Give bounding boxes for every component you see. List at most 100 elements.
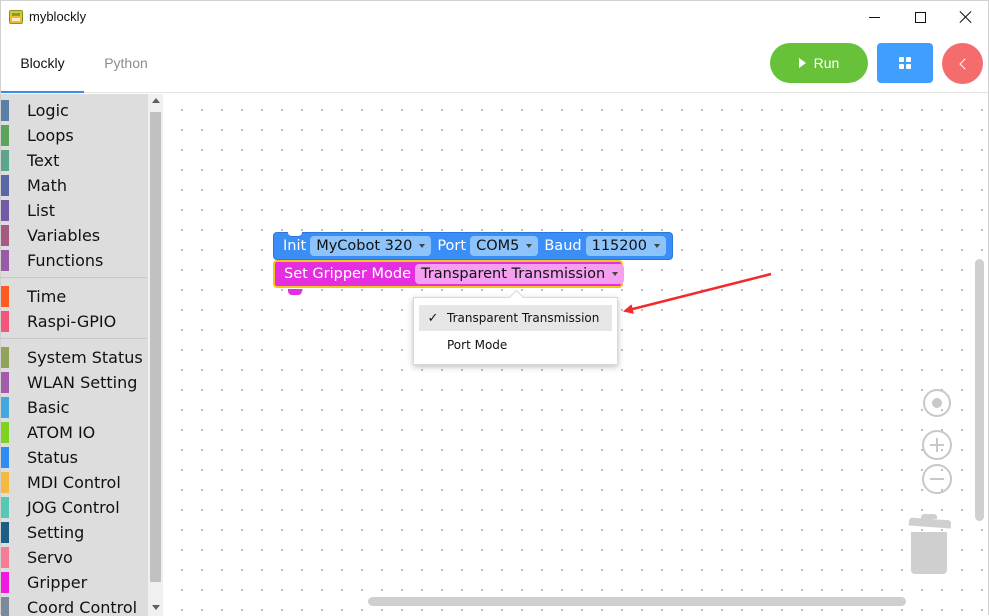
category-label: Logic	[27, 101, 69, 120]
app-window: myblockly Blockly Python Run Coord Contr…	[0, 0, 989, 616]
zoom-out-icon[interactable]	[922, 464, 952, 494]
toolbox-category-logic[interactable]: Logic	[1, 98, 147, 123]
category-label: Setting	[27, 523, 85, 542]
gripper-mode-value: Transparent Transmission	[421, 266, 606, 282]
init-block-label: Init	[283, 238, 307, 254]
toolbox-category-raspi-gpio[interactable]: Raspi-GPIO	[1, 309, 147, 334]
blockly-workspace[interactable]: Init MyCobot 320 Port COM5 Baud 115200 S…	[163, 94, 988, 616]
tab-blockly[interactable]: Blockly	[1, 33, 84, 93]
close-window-button[interactable]	[943, 1, 989, 33]
run-button-label: Run	[813, 55, 840, 71]
category-label: Coord Control	[27, 598, 138, 616]
maximize-button[interactable]	[897, 1, 943, 33]
set-gripper-mode-block[interactable]: Set Gripper Mode Transparent Transmissio…	[273, 260, 625, 288]
toolbox-separator	[1, 338, 147, 339]
layout-button[interactable]	[877, 43, 933, 83]
recenter-icon[interactable]	[923, 389, 951, 417]
toolbox-category-status[interactable]: Status	[1, 445, 147, 470]
app-logo-icon	[9, 10, 23, 24]
init-block[interactable]: Init MyCobot 320 Port COM5 Baud 115200	[273, 232, 673, 260]
workspace-vertical-scrollbar[interactable]	[975, 259, 984, 521]
category-label: Time	[27, 287, 67, 306]
toolbox-category-functions[interactable]: Functions	[1, 248, 147, 273]
robot-model-dropdown[interactable]: MyCobot 320	[310, 236, 432, 256]
toolbox-category-system-status[interactable]: System Status	[1, 345, 147, 370]
gripper-mode-menu: ✓ Transparent Transmission Port Mode	[413, 297, 618, 365]
trash-lid	[908, 517, 952, 529]
category-color-swatch	[1, 286, 9, 307]
category-color-swatch	[1, 572, 9, 593]
toolbox-category-gripper[interactable]: Gripper	[1, 570, 147, 595]
tab-python[interactable]: Python	[91, 33, 161, 93]
close-icon	[959, 10, 973, 24]
baud-value: 115200	[591, 238, 647, 254]
category-color-swatch	[1, 597, 9, 616]
category-color-swatch	[1, 372, 9, 393]
toolbox-category-basic[interactable]: Basic	[1, 395, 147, 420]
toolbox-category-math[interactable]: Math	[1, 173, 147, 198]
minimize-icon	[868, 16, 880, 18]
category-label: List	[27, 201, 55, 220]
toolbox-category-loops[interactable]: Loops	[1, 123, 147, 148]
menu-item-transparent-transmission[interactable]: ✓ Transparent Transmission	[419, 305, 612, 331]
category-color-swatch	[1, 397, 9, 418]
menu-item-port-mode[interactable]: Port Mode	[419, 332, 612, 358]
toolbox-category-jog-control[interactable]: JOG Control	[1, 495, 147, 520]
port-dropdown[interactable]: COM5	[470, 236, 539, 256]
minimize-button[interactable]	[851, 1, 897, 33]
category-label: ATOM IO	[27, 423, 96, 442]
menu-item-label: Transparent Transmission	[447, 311, 600, 325]
toolbox-separator	[1, 277, 147, 278]
toolbox-category-list[interactable]: List	[1, 198, 147, 223]
toolbox-category-atom-io[interactable]: ATOM IO	[1, 420, 147, 445]
chevron-left-icon	[958, 57, 971, 70]
toolbox-category-wlan-setting[interactable]: WLAN Setting	[1, 370, 147, 395]
grid-icon	[899, 57, 911, 69]
caret-down-icon	[526, 244, 533, 248]
category-label: System Status	[27, 348, 143, 367]
toolbox-category-variables[interactable]: Variables	[1, 223, 147, 248]
category-label: Math	[27, 176, 68, 195]
red-arrow-icon	[623, 272, 772, 314]
category-color-swatch	[1, 447, 9, 468]
category-label: Text	[27, 151, 60, 170]
category-color-swatch	[1, 547, 9, 568]
category-label: Loops	[27, 126, 74, 145]
toolbox-category-setting[interactable]: Setting	[1, 520, 147, 545]
toolbox-category-servo[interactable]: Servo	[1, 545, 147, 570]
category-label: Basic	[27, 398, 70, 417]
check-icon: ✓	[427, 310, 439, 326]
workspace-horizontal-scrollbar[interactable]	[368, 597, 906, 606]
window-title: myblockly	[29, 9, 87, 24]
category-label: WLAN Setting	[27, 373, 138, 392]
baud-label: Baud	[544, 238, 582, 254]
category-label: JOG Control	[27, 498, 120, 517]
category-color-swatch	[1, 225, 9, 246]
toolbar: Blockly Python Run	[1, 33, 988, 93]
toolbox-scroll-thumb[interactable]	[150, 112, 161, 582]
toolbox: Coord Control Gripper Servo Setting JOG Cont…	[1, 94, 163, 616]
zoom-in-icon[interactable]	[922, 430, 952, 460]
toolbox-category-mdi-control[interactable]: MDI Control	[1, 470, 147, 495]
scroll-up-arrow-icon[interactable]	[152, 98, 160, 103]
toolbox-category-text[interactable]: Text	[1, 148, 147, 173]
category-label: Functions	[27, 251, 104, 270]
init-block-notch	[288, 231, 302, 237]
port-value: COM5	[476, 238, 520, 254]
caret-down-icon	[419, 244, 426, 248]
baud-dropdown[interactable]: 115200	[585, 236, 666, 256]
category-label: Raspi-GPIO	[27, 312, 117, 331]
category-color-swatch	[1, 175, 9, 196]
category-color-swatch	[1, 497, 9, 518]
gripper-mode-dropdown[interactable]: Transparent Transmission	[415, 264, 625, 284]
scroll-down-arrow-icon[interactable]	[152, 605, 160, 610]
category-label: Servo	[27, 548, 73, 567]
gripper-block-notch	[288, 289, 302, 295]
toolbox-category-time[interactable]: Time	[1, 284, 147, 309]
trash-icon[interactable]	[911, 532, 947, 574]
category-color-swatch	[1, 522, 9, 543]
category-label: Status	[27, 448, 78, 467]
back-button[interactable]	[942, 43, 983, 84]
run-button[interactable]: Run	[770, 43, 868, 83]
toolbox-category-coord-control[interactable]: Coord Control	[1, 595, 147, 616]
